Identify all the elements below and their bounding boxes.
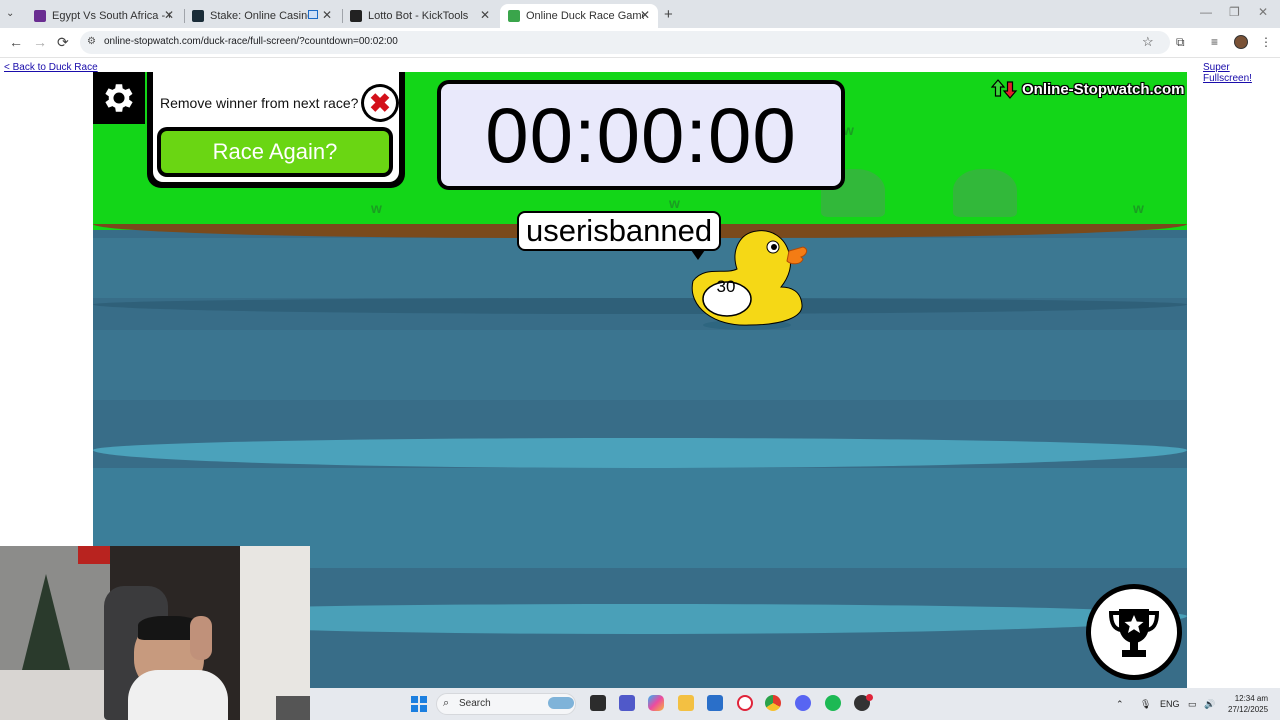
display-icon[interactable]: ▭ — [1188, 699, 1197, 710]
reload-button[interactable]: ⟳ — [57, 34, 69, 51]
brand-logo[interactable]: Online-Stopwatch.com — [991, 79, 1185, 99]
minimize-button[interactable]: — — [1200, 5, 1212, 19]
tab-favicon-icon — [508, 10, 520, 22]
opera-icon[interactable] — [737, 695, 753, 711]
extensions-icon[interactable]: ⧉ — [1176, 35, 1185, 50]
person-hand — [190, 616, 212, 660]
super-fullscreen-link[interactable]: Super Fullscreen! — [1203, 62, 1280, 84]
clock-time: 12:34 am — [1234, 694, 1269, 703]
profile-avatar[interactable] — [1234, 35, 1248, 49]
star-icon[interactable]: ☆ — [1142, 34, 1154, 50]
restore-button[interactable]: ❐ — [1229, 5, 1240, 19]
back-button[interactable]: ← — [9, 34, 23, 50]
tab-label: Egypt Vs South Africa - Group S — [52, 10, 170, 22]
language-indicator[interactable]: ENG — [1160, 699, 1180, 709]
taskbar-clock[interactable]: 12:34 am 27/12/2025 — [1228, 693, 1268, 715]
christmas-tree — [22, 574, 70, 670]
leaderboard-button[interactable] — [1086, 584, 1182, 680]
tab-label: Lotto Bot - KickTools — [368, 10, 469, 22]
grass-tuft: ᴡ — [669, 195, 680, 211]
tab-favicon-icon — [192, 10, 204, 22]
file-explorer-icon[interactable] — [590, 695, 606, 711]
taskbar-search-label: Search — [459, 698, 491, 709]
grass-tuft: ᴡ — [371, 200, 382, 216]
duck-number: 30 — [716, 277, 736, 296]
close-x-icon: ✖ — [364, 87, 396, 119]
tab-close-icon[interactable]: ✕ — [640, 8, 650, 22]
clock-date: 27/12/2025 — [1228, 705, 1269, 714]
search-icon: ⌕ — [443, 697, 450, 709]
address-text[interactable]: online-stopwatch.com/duck-race/full-scre… — [104, 36, 398, 47]
race-again-button[interactable]: Race Again? — [157, 127, 393, 177]
tab-egypt[interactable]: Egypt Vs South Africa - Group S ✕ — [26, 4, 182, 28]
site-info-icon[interactable]: ⚙ — [87, 36, 96, 47]
tab-stake[interactable]: Stake: Online Casino & Spo ✕ — [184, 4, 340, 28]
media-icon[interactable]: ≡ — [1211, 35, 1218, 49]
webcam-feed — [0, 546, 310, 720]
tab-favicon-icon — [350, 10, 362, 22]
webcam-red-panel — [78, 546, 110, 564]
back-to-duck-race-link[interactable]: < Back to Duck Race — [4, 62, 98, 73]
forward-button[interactable]: → — [33, 34, 47, 50]
tab-favicon-icon — [34, 10, 46, 22]
new-tab-button[interactable]: + — [664, 6, 673, 23]
winner-name-bubble: userisbanned — [517, 211, 722, 251]
trophy-icon — [1108, 609, 1160, 657]
webcam-bed — [0, 670, 120, 720]
tab-label: Online Duck Race Game — [526, 10, 644, 22]
discord-icon[interactable] — [795, 695, 811, 711]
water-band — [93, 330, 1187, 400]
tab-search-icon[interactable]: ⌄ — [6, 8, 14, 19]
water-wave — [93, 438, 1187, 468]
winner-panel: Remove winner from next race? ✖ Race Aga… — [147, 72, 405, 188]
webcam-cup — [276, 696, 310, 720]
menu-icon[interactable]: ⋮ — [1260, 35, 1272, 49]
settings-button[interactable] — [93, 72, 145, 124]
trophy-badge — [1091, 589, 1177, 675]
windows-start-icon[interactable] — [411, 696, 427, 712]
countdown-timer: 00:00:00 — [437, 80, 845, 190]
copilot-icon[interactable] — [648, 695, 664, 711]
tab-label: Stake: Online Casino & Spo — [210, 10, 314, 22]
tab-close-icon[interactable]: ✕ — [322, 8, 332, 22]
timer-display: 00:00:00 — [441, 84, 841, 186]
brand-text: Online-Stopwatch.com — [1022, 80, 1185, 98]
teams-icon[interactable] — [619, 695, 635, 711]
bush — [953, 169, 1017, 217]
gear-icon — [105, 84, 133, 112]
up-down-arrows-icon — [991, 79, 1018, 99]
remove-winner-label: Remove winner from next race? — [160, 95, 359, 111]
winner-panel-body: Remove winner from next race? ✖ Race Aga… — [153, 72, 399, 182]
close-window-button[interactable]: ✕ — [1258, 5, 1268, 19]
bubble-tail — [691, 250, 705, 260]
store-icon[interactable] — [707, 695, 723, 711]
tab-lotto-bot[interactable]: Lotto Bot - KickTools ✕ — [342, 4, 498, 28]
person-shirt — [128, 670, 228, 720]
volume-icon[interactable]: 🔊 — [1204, 699, 1215, 710]
water-wave — [93, 298, 1187, 314]
webcam-wall-right — [240, 546, 310, 720]
microphone-icon[interactable]: 🎙 — [1140, 699, 1151, 710]
tab-close-icon[interactable]: ✕ — [164, 8, 174, 22]
grass-tuft: ᴡ — [1133, 200, 1144, 216]
chrome-icon[interactable] — [765, 695, 781, 711]
notification-badge — [866, 694, 873, 701]
remove-winner-toggle[interactable]: ✖ — [361, 84, 399, 122]
race-again-label: Race Again? — [161, 131, 389, 173]
tab-close-icon[interactable]: ✕ — [480, 8, 490, 22]
folder-icon[interactable] — [678, 695, 694, 711]
screen-share-icon — [308, 10, 318, 19]
tray-chevron-icon[interactable]: ⌃ — [1116, 699, 1124, 710]
widgets-icon[interactable] — [548, 697, 574, 709]
spotify-icon[interactable] — [825, 695, 841, 711]
tab-duck-race[interactable]: Online Duck Race Game ✕ — [500, 4, 658, 28]
